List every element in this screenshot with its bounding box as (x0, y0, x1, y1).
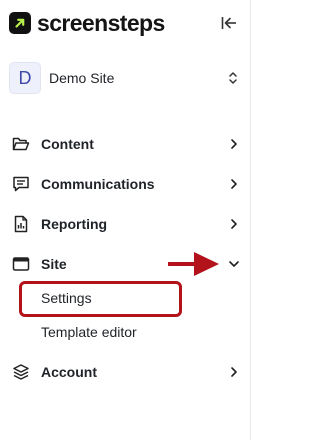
sub-item-template-editor[interactable]: Template editor (41, 322, 137, 342)
nav-item-communications[interactable]: Communications (12, 172, 242, 196)
site-chevron (229, 261, 239, 267)
nav-label-site: Site (41, 256, 67, 272)
site-name: Demo Site (49, 70, 115, 86)
nav-label-communications: Communications (41, 176, 155, 192)
collapse-sidebar-button[interactable] (219, 13, 239, 33)
nav-label-content: Content (41, 136, 94, 152)
collapse-left-icon (221, 17, 236, 29)
sidebar: screensteps D Demo Site Content Communic… (0, 0, 251, 440)
logo-icon (9, 12, 31, 34)
site-selector[interactable]: D Demo Site (9, 62, 243, 94)
site-avatar: D (9, 62, 41, 94)
nav-item-reporting[interactable]: Reporting (12, 212, 242, 236)
chevron-right-icon (231, 139, 237, 149)
chevron-up-down-icon (229, 72, 237, 84)
header: screensteps (9, 10, 245, 36)
report-document-icon (12, 215, 30, 233)
brand-name: screensteps (37, 10, 165, 36)
browser-window-icon (12, 255, 30, 273)
layers-icon (12, 363, 30, 381)
highlight-box-annotation (19, 281, 182, 317)
folder-open-icon (12, 135, 30, 153)
chevron-right-icon (231, 219, 237, 229)
chevron-right-icon (231, 179, 237, 189)
chevron-right-icon (231, 367, 237, 377)
message-square-icon (12, 175, 30, 193)
nav-item-content[interactable]: Content (12, 132, 242, 156)
nav-label-reporting: Reporting (41, 216, 108, 232)
nav-label-account: Account (41, 364, 97, 380)
red-arrow-annotation (168, 252, 219, 276)
nav-item-account[interactable]: Account (12, 360, 242, 384)
